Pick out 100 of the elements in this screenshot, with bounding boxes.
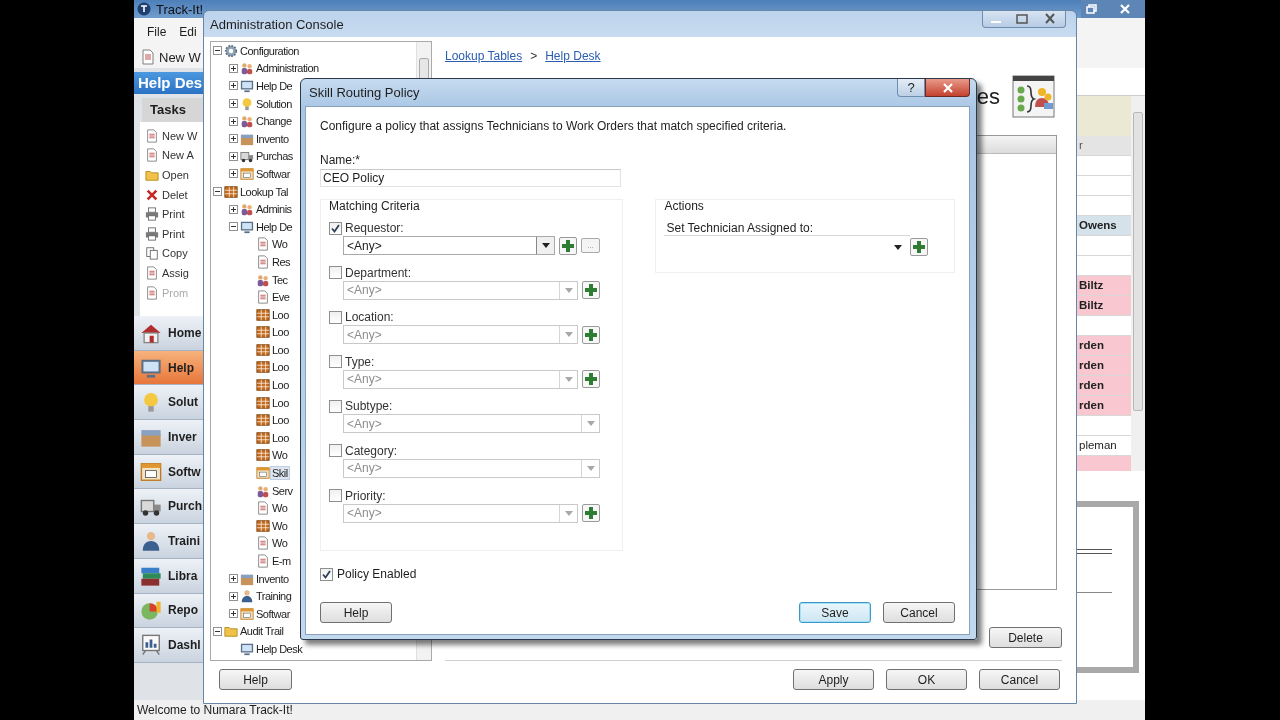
tree-item[interactable]: Wo bbox=[271, 519, 289, 532]
checkbox[interactable] bbox=[329, 221, 342, 235]
nav-button[interactable]: Softw bbox=[134, 454, 205, 490]
tree-item[interactable]: Solution bbox=[255, 97, 293, 110]
tree-item[interactable]: Help De bbox=[255, 220, 294, 233]
cancel-button[interactable]: Cancel bbox=[979, 669, 1060, 690]
close-button[interactable] bbox=[925, 79, 970, 97]
tree-item[interactable]: Change bbox=[255, 115, 293, 128]
add-button[interactable] bbox=[582, 504, 600, 523]
tree-item[interactable]: Training bbox=[255, 590, 293, 603]
add-button[interactable] bbox=[582, 325, 600, 344]
nav-button[interactable]: Traini bbox=[134, 524, 205, 559]
tree-item[interactable]: Loo bbox=[271, 326, 290, 339]
field-label: Set Technician Assigned to: bbox=[664, 221, 911, 236]
nav-button[interactable]: Home bbox=[134, 316, 205, 351]
expand-toggle[interactable] bbox=[229, 591, 238, 601]
add-button[interactable] bbox=[910, 238, 929, 256]
menu-item[interactable]: File bbox=[147, 25, 167, 39]
help-button[interactable]: Help bbox=[320, 602, 392, 623]
apply-button[interactable]: Apply bbox=[793, 669, 874, 690]
tree-item[interactable]: Serv bbox=[271, 484, 294, 497]
help-button[interactable]: Help bbox=[219, 669, 292, 690]
dropdown[interactable]: <Any> bbox=[343, 236, 555, 255]
expand-toggle[interactable] bbox=[229, 134, 238, 144]
window-controls[interactable] bbox=[982, 11, 1066, 28]
tree-item[interactable]: Adminis bbox=[255, 203, 293, 216]
delete-button[interactable]: Delete bbox=[989, 627, 1062, 648]
tree-item[interactable]: Help De bbox=[255, 80, 294, 92]
expand-toggle[interactable] bbox=[229, 99, 238, 109]
expand-toggle[interactable] bbox=[213, 187, 222, 197]
tree-item[interactable]: Wo bbox=[271, 449, 289, 462]
tree-item[interactable]: Loo bbox=[271, 361, 290, 374]
task-link[interactable]: Assig bbox=[140, 263, 205, 283]
tree-item[interactable]: Loo bbox=[271, 414, 290, 427]
tree-item[interactable]: Softwar bbox=[255, 607, 291, 620]
expand-toggle[interactable] bbox=[229, 81, 238, 91]
expand-toggle[interactable] bbox=[213, 46, 222, 56]
task-link[interactable]: Print bbox=[140, 223, 205, 244]
tree-item[interactable]: Tec bbox=[271, 273, 289, 286]
tree-item[interactable]: Administration bbox=[255, 62, 320, 75]
nav-button[interactable]: Inver bbox=[134, 420, 205, 455]
task-link[interactable]: Print bbox=[140, 204, 205, 224]
task-link[interactable]: Open bbox=[140, 165, 205, 185]
expand-toggle[interactable] bbox=[229, 63, 238, 73]
tree-item[interactable]: Loo bbox=[271, 396, 290, 409]
breadcrumb-link[interactable]: Help Desk bbox=[545, 49, 601, 63]
tree-item[interactable]: Invento bbox=[255, 572, 290, 585]
toolbar-button[interactable]: New W bbox=[140, 49, 201, 65]
expand-toggle[interactable] bbox=[229, 116, 238, 126]
tree-item[interactable]: Configuration bbox=[239, 44, 300, 57]
ok-button[interactable]: OK bbox=[886, 669, 967, 690]
tree-item[interactable]: Audit Trail bbox=[239, 625, 285, 638]
breadcrumb-link[interactable]: Lookup Tables bbox=[445, 49, 523, 63]
nav-button[interactable]: Repo bbox=[134, 593, 205, 629]
task-link[interactable]: Delet bbox=[140, 184, 205, 205]
expand-toggle[interactable] bbox=[229, 169, 238, 179]
expand-toggle[interactable] bbox=[229, 609, 238, 619]
tree-item[interactable]: Softwar bbox=[255, 167, 291, 180]
nav-button[interactable]: Libra bbox=[134, 558, 205, 594]
checkbox[interactable] bbox=[320, 567, 333, 581]
expand-toggle[interactable] bbox=[229, 151, 238, 161]
page-icon bbox=[140, 49, 156, 65]
expand-toggle[interactable] bbox=[213, 626, 222, 636]
task-link[interactable]: New W bbox=[140, 126, 205, 146]
caret-icon bbox=[564, 376, 573, 382]
task-link[interactable]: Copy bbox=[140, 243, 205, 264]
tree-item[interactable]: Invento bbox=[255, 132, 290, 145]
window-icon bbox=[140, 460, 162, 483]
expand-toggle[interactable] bbox=[229, 204, 238, 214]
tree-item[interactable]: Help Desk bbox=[255, 643, 304, 655]
nav-button[interactable]: Purch bbox=[134, 489, 205, 525]
browse-button[interactable]: ... bbox=[581, 238, 600, 253]
tree-item[interactable]: Wo bbox=[271, 537, 289, 550]
scrollbar[interactable] bbox=[1131, 96, 1145, 471]
add-button[interactable] bbox=[582, 281, 600, 300]
tree-item[interactable]: Loo bbox=[271, 308, 290, 321]
tree-item[interactable]: E-m bbox=[271, 555, 292, 567]
add-button[interactable] bbox=[559, 236, 577, 255]
tree-item[interactable]: Lookup Tal bbox=[239, 185, 289, 198]
nav-button[interactable]: Dashl bbox=[134, 628, 205, 663]
tree-item[interactable]: Wo bbox=[271, 238, 289, 251]
tree-item[interactable]: Loo bbox=[271, 379, 290, 392]
tree-item[interactable]: Loo bbox=[271, 431, 290, 444]
task-link[interactable]: New A bbox=[140, 145, 205, 166]
cancel-button[interactable]: Cancel bbox=[883, 602, 955, 623]
tree-item[interactable]: Res bbox=[271, 255, 292, 268]
expand-toggle[interactable] bbox=[229, 574, 238, 584]
expand-toggle[interactable] bbox=[229, 222, 238, 232]
nav-button[interactable]: Solut bbox=[134, 385, 205, 421]
save-button[interactable]: Save bbox=[799, 602, 871, 623]
tree-item[interactable]: Purchas bbox=[255, 150, 294, 163]
add-button[interactable] bbox=[582, 370, 600, 389]
name-field[interactable]: CEO Policy bbox=[320, 169, 621, 187]
menu-item[interactable]: Edi bbox=[179, 25, 197, 39]
tree-item[interactable]: Eve bbox=[271, 291, 291, 304]
tree-item[interactable]: Loo bbox=[271, 343, 290, 356]
tree-item[interactable]: Wo bbox=[271, 502, 289, 515]
tree-item[interactable]: Skil bbox=[271, 467, 289, 480]
help-button[interactable]: ? bbox=[897, 79, 925, 97]
nav-button[interactable]: Help bbox=[134, 350, 205, 386]
